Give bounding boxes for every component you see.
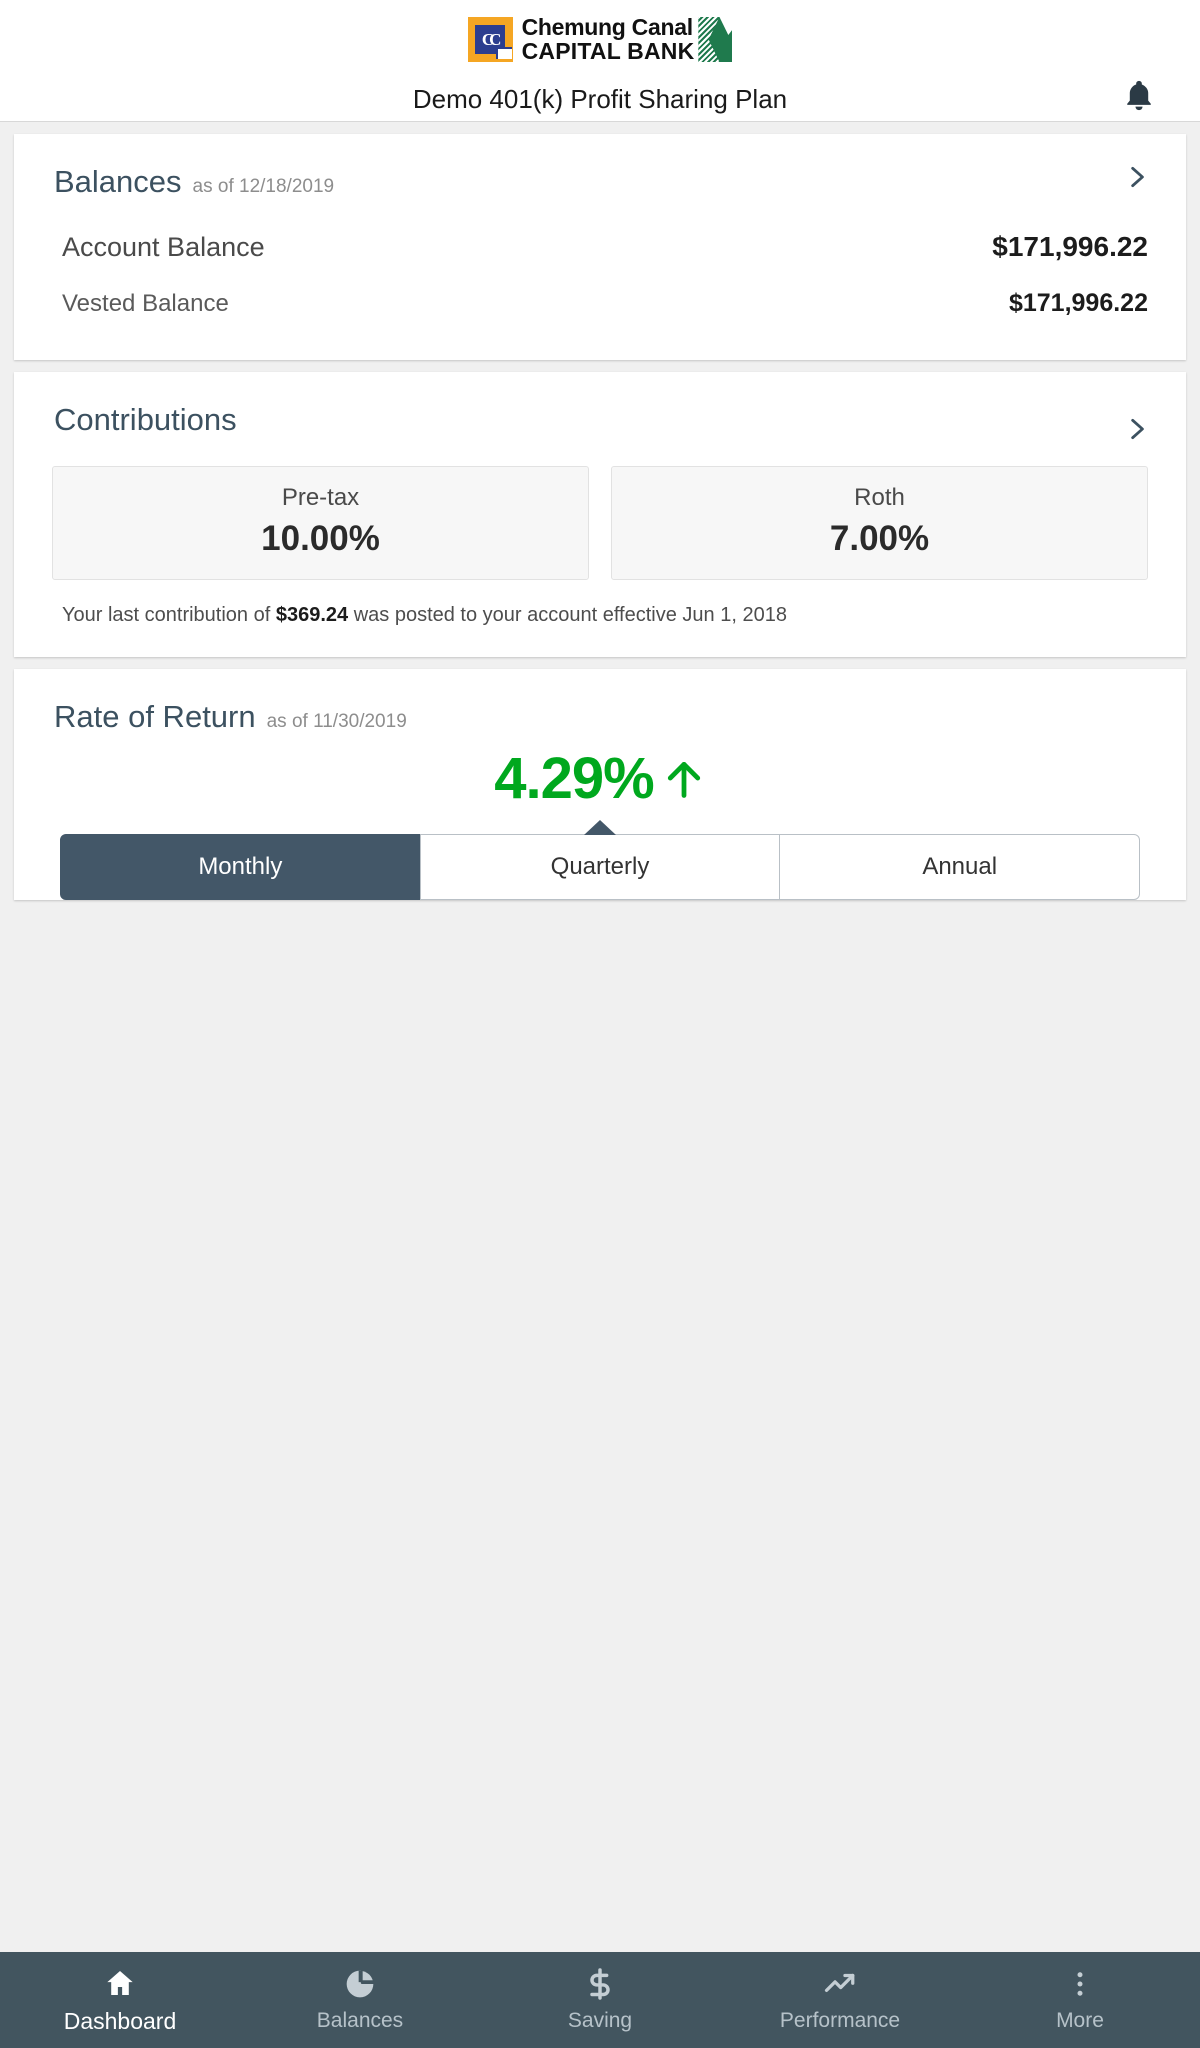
more-vertical-icon <box>1065 1967 1095 2001</box>
plan-title: Demo 401(k) Profit Sharing Plan <box>412 84 788 114</box>
nav-label: Balances <box>316 2009 404 2032</box>
contributions-card-header: Contributions <box>14 372 1186 438</box>
balance-label: Account Balance <box>62 232 265 262</box>
bank-logo-line2: CAPITAL BANK <box>521 38 695 64</box>
balance-row-vested: Vested Balance $171,996.22 <box>14 289 1186 360</box>
balances-as-of: as of 12/18/2019 <box>192 176 335 197</box>
last-contribution-note: Your last contribution of $369.24 was po… <box>14 580 1186 657</box>
period-tab-quarterly[interactable]: Quarterly <box>419 834 781 900</box>
note-amount: $369.24 <box>275 604 349 626</box>
rate-of-return-as-of: as of 11/30/2019 <box>266 711 407 732</box>
bank-logo-flag-icon <box>698 17 733 62</box>
contributions-card[interactable]: Contributions Pre-tax 10.00% Roth 7.00% … <box>14 372 1186 657</box>
contribution-box-roth[interactable]: Roth 7.00% <box>611 466 1148 580</box>
home-icon <box>104 1966 136 2000</box>
nav-label: More <box>1056 2009 1104 2032</box>
balance-row-account: Account Balance $171,996.22 <box>14 231 1186 263</box>
rate-of-return-period-selector[interactable]: Monthly Quarterly Annual <box>60 834 1141 900</box>
balance-amount: $171,996.22 <box>1008 289 1148 317</box>
chevron-right-icon[interactable] <box>1124 164 1150 190</box>
bottom-navigation-bar: Dashboard Balances Saving Performance Mo… <box>0 1952 1200 2048</box>
bank-logo-line1: Chemung Canal <box>521 14 693 40</box>
trending-up-icon <box>823 1967 857 2001</box>
nav-item-balances[interactable]: Balances <box>240 1967 480 2033</box>
rate-of-return-value-row: 4.29% <box>14 745 1186 812</box>
nav-item-dashboard[interactable]: Dashboard <box>0 1966 240 2035</box>
dashboard-scroll-area[interactable]: Balances as of 12/18/2019 Account Balanc… <box>0 122 1200 1952</box>
dollar-sign-icon <box>584 1967 616 2001</box>
nav-item-more[interactable]: More <box>960 1967 1200 2033</box>
bank-logo-mark-icon: CC <box>467 17 513 62</box>
note-prefix: Your last contribution of <box>62 604 276 626</box>
contribution-value: 10.00% <box>261 519 380 558</box>
rate-of-return-percent: 4.29% <box>494 746 654 811</box>
contribution-box-pretax[interactable]: Pre-tax 10.00% <box>52 466 589 580</box>
bank-logo: CC Chemung Canal CAPITAL BANK <box>0 14 1200 64</box>
arrow-up-icon <box>662 753 706 805</box>
contribution-label: Roth <box>854 484 905 511</box>
app-header: CC Chemung Canal CAPITAL BANK Demo 401(k… <box>0 0 1200 122</box>
contribution-label: Pre-tax <box>281 484 360 511</box>
nav-label: Performance <box>779 2009 901 2032</box>
nav-item-performance[interactable]: Performance <box>720 1967 960 2033</box>
contributions-title: Contributions <box>54 402 237 437</box>
nav-label: Dashboard <box>63 2007 177 2034</box>
chevron-right-icon[interactable] <box>1124 416 1150 442</box>
nav-label: Saving <box>567 2009 633 2032</box>
rate-of-return-title: Rate of Return <box>54 699 256 734</box>
balance-label: Vested Balance <box>62 290 229 317</box>
note-suffix: was posted to your account effective Jun… <box>348 604 787 626</box>
contribution-rate-boxes: Pre-tax 10.00% Roth 7.00% <box>14 466 1186 580</box>
rate-of-return-card-header: Rate of Return as of 11/30/2019 <box>14 669 1186 735</box>
nav-item-saving[interactable]: Saving <box>480 1967 720 2033</box>
balances-card[interactable]: Balances as of 12/18/2019 Account Balanc… <box>14 134 1186 360</box>
rate-of-return-card[interactable]: Rate of Return as of 11/30/2019 4.29% Mo… <box>14 669 1186 900</box>
period-tab-annual[interactable]: Annual <box>779 834 1141 900</box>
balance-amount: $171,996.22 <box>992 231 1148 262</box>
contribution-value: 7.00% <box>829 519 930 558</box>
pie-chart-icon <box>344 1967 376 2001</box>
bank-logo-monogram: CC <box>481 30 501 49</box>
period-tab-monthly[interactable]: Monthly <box>60 834 421 900</box>
balances-title: Balances <box>54 164 182 199</box>
bell-icon[interactable] <box>1122 78 1156 112</box>
balances-card-header: Balances as of 12/18/2019 <box>14 134 1186 200</box>
